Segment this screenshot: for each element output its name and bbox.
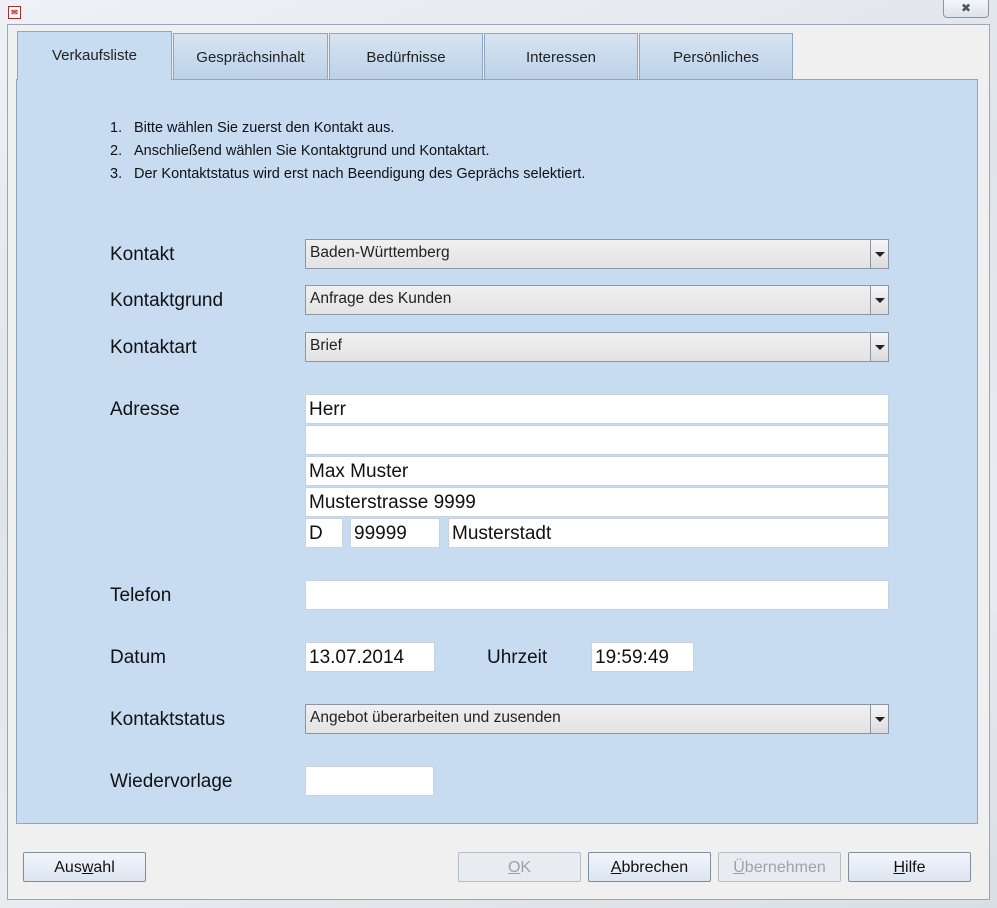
adresse-label: Adresse — [110, 399, 180, 420]
kontaktgrund-select[interactable]: Anfrage des Kunden — [305, 285, 889, 315]
datum-label: Datum — [110, 647, 166, 668]
instruction-number: 2. — [110, 143, 123, 159]
telefon-label: Telefon — [110, 585, 172, 606]
datum-field[interactable]: 13.07.2014 — [305, 642, 435, 672]
zip-field[interactable]: 99999 — [350, 518, 440, 548]
country-value: D — [309, 523, 323, 544]
instruction-line: 1. Bitte wählen Sie zuerst den Kontakt au… — [110, 120, 394, 136]
uhrzeit-field[interactable]: 19:59:49 — [591, 642, 694, 672]
kontaktgrund-label: Kontaktgrund — [110, 290, 224, 311]
chevron-down-icon[interactable] — [870, 240, 888, 268]
uhrzeit-label: Uhrzeit — [487, 647, 548, 668]
tab-persoenliches[interactable]: Persönliches — [639, 33, 793, 79]
datum-value: 13.07.2014 — [309, 647, 405, 668]
auswahl-accesskey: w — [81, 859, 94, 876]
kontaktstatus-label: Kontaktstatus — [110, 709, 226, 730]
abbrechen-accesskey: A — [610, 859, 622, 876]
kontakt-select[interactable]: Baden-Württemberg — [305, 239, 889, 269]
title-bar: ✉ ✖︎ — [0, 0, 997, 24]
ok-button[interactable]: OK — [458, 852, 581, 882]
kontaktstatus-value: Angebot überarbeiten und zusenden — [310, 709, 561, 726]
uebernehmen-label-post: bernehmen — [744, 859, 826, 876]
tab-interessen[interactable]: Interessen — [484, 33, 638, 79]
hilfe-button[interactable]: Hilfe — [848, 852, 971, 882]
kontaktart-value: Brief — [310, 337, 342, 354]
auswahl-label-pre: Aus — [54, 859, 82, 876]
uhrzeit-value: 19:59:49 — [595, 647, 669, 668]
tab-beduerfnisse[interactable]: Bedürfnisse — [329, 33, 483, 79]
zip-value: 99999 — [354, 523, 407, 544]
chevron-down-icon[interactable] — [870, 333, 888, 361]
instruction-line: 2. Anschließend wählen Sie Kontaktgrund u… — [110, 143, 489, 159]
adresse-line1-field[interactable]: Herr — [305, 394, 889, 424]
city-field[interactable]: Musterstadt — [448, 518, 889, 548]
instruction-number: 1. — [110, 120, 123, 136]
adresse-line3-value: Max Muster — [309, 461, 409, 482]
hilfe-accesskey: H — [893, 859, 906, 876]
kontaktart-select[interactable]: Brief — [305, 332, 889, 362]
uebernehmen-accesskey: Ü — [733, 859, 745, 876]
close-button[interactable]: ✖︎ — [943, 0, 989, 18]
instruction-number: 3. — [110, 166, 123, 182]
kontakt-label: Kontakt — [110, 244, 175, 265]
hilfe-label-post: ilfe — [905, 859, 926, 876]
adresse-line4-field[interactable]: Musterstrasse 9999 — [305, 487, 889, 517]
ok-accesskey: O — [507, 859, 521, 876]
instruction-line: 3. Der Kontaktstatus wird erst nach Beend… — [110, 166, 585, 182]
auswahl-label-post: ahl — [93, 859, 115, 876]
adresse-line2-field[interactable] — [305, 425, 889, 455]
ok-label-post: K — [520, 859, 532, 876]
auswahl-button[interactable]: Auswahl — [23, 852, 146, 882]
chevron-down-icon[interactable] — [870, 705, 888, 733]
kontaktstatus-select[interactable]: Angebot überarbeiten und zusenden — [305, 704, 889, 734]
adresse-line4-value: Musterstrasse 9999 — [309, 492, 476, 513]
tab-verkaufsliste[interactable]: Verkaufsliste — [17, 31, 172, 80]
instruction-text: Anschließend wählen Sie Kontaktgrund und… — [134, 143, 490, 159]
kontaktgrund-value: Anfrage des Kunden — [310, 290, 452, 307]
telefon-field[interactable] — [305, 580, 889, 610]
kontaktart-label: Kontaktart — [110, 337, 197, 358]
wiedervorlage-label: Wiedervorlage — [110, 771, 233, 792]
abbrechen-label-post: bbrechen — [621, 859, 689, 876]
adresse-line3-field[interactable]: Max Muster — [305, 456, 889, 486]
wiedervorlage-field[interactable] — [305, 766, 434, 796]
app-icon: ✉ — [8, 6, 21, 19]
chevron-down-icon[interactable] — [870, 286, 888, 314]
city-value: Musterstadt — [452, 523, 552, 544]
country-field[interactable]: D — [305, 518, 343, 548]
tab-gespraechsinhalt[interactable]: Gesprächsinhalt — [173, 33, 328, 79]
instruction-text: Bitte wählen Sie zuerst den Kontakt aus. — [134, 120, 395, 136]
abbrechen-button[interactable]: Abbrechen — [588, 852, 711, 882]
uebernehmen-button[interactable]: Übernehmen — [718, 852, 841, 882]
adresse-line1-value: Herr — [309, 399, 346, 420]
kontakt-value: Baden-Württemberg — [310, 244, 450, 261]
instruction-text: Der Kontaktstatus wird erst nach Beendig… — [134, 166, 586, 182]
dialog-window: ✉ ✖︎ Verkaufsliste Gesprächsinhalt Bedür… — [0, 0, 997, 908]
